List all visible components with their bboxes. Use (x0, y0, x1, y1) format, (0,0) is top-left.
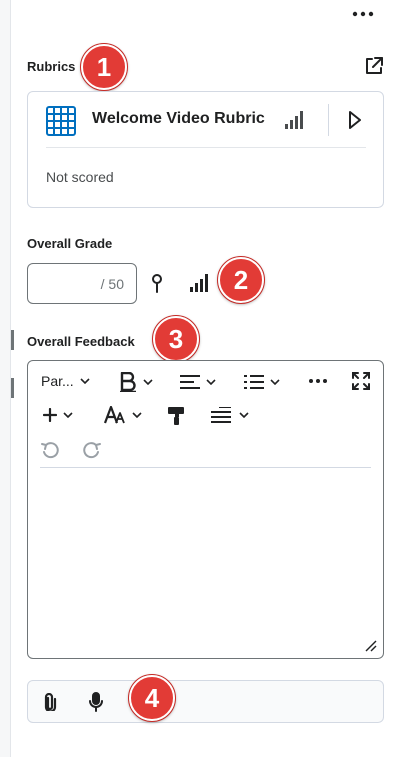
external-link-icon (366, 57, 383, 74)
undo-icon (41, 442, 59, 459)
more-horizontal-icon (309, 379, 327, 383)
rubric-divider (328, 104, 329, 136)
rubric-card: Welcome Video Rubric Not scored (27, 91, 384, 208)
rubric-grid-icon (46, 106, 76, 136)
grade-pin-button[interactable] (150, 273, 164, 293)
plus-icon (43, 408, 57, 422)
chevron-down-icon (239, 412, 249, 418)
rubric-name-link[interactable]: Welcome Video Rubric (92, 110, 265, 128)
paragraph-format-label: Par... (41, 373, 74, 389)
callout-badge-4: 4 (128, 674, 176, 722)
rubric-card-divider (46, 147, 366, 148)
redo-icon (83, 442, 101, 459)
rubric-card-header: Welcome Video Rubric (28, 92, 383, 148)
rubrics-section-label: Rubrics (27, 59, 76, 74)
open-rubric-button[interactable] (344, 108, 366, 132)
align-dropdown[interactable] (180, 375, 216, 389)
pin-icon (152, 274, 162, 293)
feedback-attachments-bar (27, 680, 384, 723)
bulleted-list-icon (244, 375, 264, 389)
align-icon (180, 375, 200, 389)
undo-button[interactable] (41, 441, 59, 459)
signal-bars-icon (190, 274, 208, 292)
callout-badge-2: 2 (217, 256, 265, 304)
paperclip-icon (44, 693, 57, 711)
signal-bars-icon (285, 111, 303, 129)
more-horizontal-icon (352, 11, 374, 17)
external-link-button[interactable] (363, 55, 385, 77)
rubric-status-text: Not scored (46, 169, 114, 185)
bold-icon (120, 372, 136, 392)
left-panel-edge (0, 0, 11, 757)
fullscreen-icon (352, 372, 370, 390)
microphone-icon (89, 692, 103, 712)
line-spacing-icon (211, 407, 231, 423)
left-panel-marker (11, 378, 14, 398)
insert-dropdown[interactable] (43, 408, 73, 422)
font-size-dropdown[interactable] (104, 406, 142, 424)
attach-file-button[interactable] (39, 691, 61, 713)
chevron-down-icon (206, 379, 216, 385)
paragraph-format-dropdown[interactable]: Par... (41, 373, 90, 389)
chevron-down-icon (80, 378, 90, 384)
format-painter-button[interactable] (167, 406, 185, 426)
list-dropdown[interactable] (244, 375, 280, 389)
redo-button[interactable] (83, 441, 101, 459)
chevron-down-icon (132, 412, 142, 418)
play-triangle-icon (349, 111, 361, 129)
fullscreen-button[interactable] (352, 372, 370, 390)
more-actions-button[interactable] (350, 4, 376, 24)
more-toolbar-button[interactable] (308, 378, 328, 384)
overall-grade-label: Overall Grade (27, 236, 113, 251)
bold-button[interactable] (119, 372, 153, 392)
feedback-editor: Par... (27, 360, 384, 659)
resize-grip-icon[interactable] (365, 640, 377, 652)
chevron-down-icon (270, 379, 280, 385)
left-panel-marker (11, 330, 14, 350)
toolbar-divider (40, 467, 371, 468)
record-audio-button[interactable] (85, 691, 107, 713)
line-spacing-dropdown[interactable] (211, 406, 249, 424)
format-painter-icon (168, 407, 184, 425)
callout-badge-3: 3 (152, 315, 200, 363)
overall-feedback-label: Overall Feedback (27, 334, 135, 349)
font-size-icon (104, 406, 125, 424)
overall-grade-input[interactable]: / 50 (27, 263, 137, 304)
chevron-down-icon (143, 379, 153, 385)
feedback-text-area[interactable] (40, 473, 371, 643)
grade-denominator: / 50 (100, 275, 124, 292)
chevron-down-icon (63, 412, 73, 418)
callout-badge-1: 1 (80, 43, 128, 91)
